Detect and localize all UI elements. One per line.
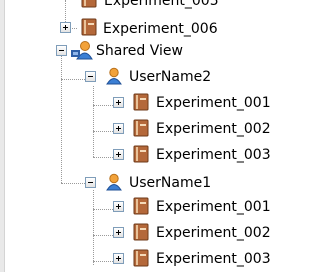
experiment-book-icon bbox=[132, 119, 150, 137]
tree-line bbox=[93, 235, 115, 236]
expand-icon[interactable] bbox=[113, 253, 124, 264]
experiment-book-icon bbox=[132, 93, 150, 111]
experiment-book-icon bbox=[132, 145, 150, 163]
tree-item-user[interactable]: UserName1 bbox=[85, 166, 273, 191]
experiment-book-icon bbox=[132, 223, 150, 241]
user-icon bbox=[105, 173, 123, 191]
tree-item-label: Experiment_006 bbox=[103, 21, 218, 37]
experiment-book-icon bbox=[80, 0, 98, 8]
shared-view-users-icon bbox=[71, 40, 93, 60]
tree-item-shared-view[interactable]: Shared View bbox=[56, 38, 273, 62]
experiment-tree-view: Experiment_005 Experiment_006 Shared Vie… bbox=[0, 0, 273, 272]
tree-item-label: Shared View bbox=[96, 43, 183, 59]
tree-item-label: Experiment_001 bbox=[156, 199, 271, 215]
tree-item-label: Experiment_003 bbox=[156, 251, 271, 267]
tree-item-label: Experiment_003 bbox=[156, 147, 271, 163]
tree-line bbox=[93, 209, 115, 210]
tree-line bbox=[93, 190, 94, 265]
tree-line bbox=[61, 183, 87, 184]
tree-item-user[interactable]: UserName2 bbox=[85, 62, 273, 86]
tree-line bbox=[93, 105, 115, 106]
tree-line bbox=[93, 131, 115, 132]
tree-item-label: Experiment_002 bbox=[156, 121, 271, 137]
expand-icon[interactable] bbox=[113, 201, 124, 212]
expand-icon[interactable] bbox=[113, 149, 124, 160]
tree-line bbox=[93, 157, 115, 158]
user-icon bbox=[105, 67, 123, 85]
tree-item-label: Experiment_005 bbox=[104, 0, 219, 9]
expand-icon[interactable] bbox=[113, 227, 124, 238]
expand-icon[interactable] bbox=[60, 22, 71, 33]
tree-item-label: UserName2 bbox=[129, 69, 212, 85]
tree-left-border bbox=[0, 0, 5, 272]
tree-item-experiment[interactable]: Experiment_002 bbox=[113, 114, 273, 138]
tree-line bbox=[61, 79, 87, 80]
expand-icon[interactable] bbox=[113, 123, 124, 134]
experiment-book-icon bbox=[132, 249, 150, 267]
tree-item-experiment[interactable]: Experiment_001 bbox=[113, 192, 273, 216]
collapse-icon[interactable] bbox=[85, 71, 96, 82]
experiment-book-icon bbox=[132, 197, 150, 215]
tree-item-label: Experiment_002 bbox=[156, 225, 271, 241]
tree-line bbox=[61, 56, 62, 183]
tree-item-experiment[interactable]: Experiment_006 bbox=[60, 14, 273, 38]
tree-line bbox=[93, 261, 115, 262]
expand-icon[interactable] bbox=[113, 97, 124, 108]
tree-item-experiment[interactable]: Experiment_003 bbox=[113, 140, 273, 164]
collapse-icon[interactable] bbox=[56, 45, 67, 56]
tree-item-experiment[interactable]: Experiment_003 bbox=[113, 244, 273, 268]
tree-item-experiment[interactable]: Experiment_001 bbox=[113, 88, 273, 112]
tree-item-experiment[interactable]: Experiment_002 bbox=[113, 218, 273, 242]
tree-line bbox=[93, 86, 94, 157]
tree-item-label: UserName1 bbox=[129, 175, 212, 191]
tree-item-label: Experiment_001 bbox=[156, 95, 271, 111]
experiment-book-icon bbox=[80, 18, 98, 36]
collapse-icon[interactable] bbox=[85, 177, 96, 188]
